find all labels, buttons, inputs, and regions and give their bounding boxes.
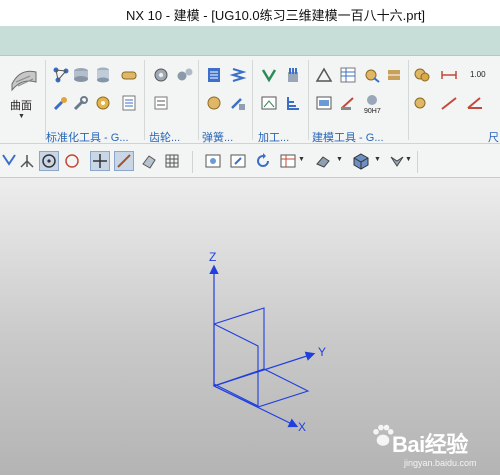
gear-pair-icon[interactable] xyxy=(176,66,194,84)
surface-icon[interactable] xyxy=(10,64,38,92)
group-label-spring: 弹簧... xyxy=(202,132,234,144)
crosshair-icon[interactable] xyxy=(90,151,110,171)
gear-part-icon[interactable] xyxy=(94,94,112,112)
number-field[interactable]: 1.00 xyxy=(470,70,486,79)
quadrant-icon[interactable] xyxy=(63,152,81,170)
triangle-icon[interactable] xyxy=(315,66,333,84)
group-label-standard-tools: 标准化工具 - G... xyxy=(46,132,129,144)
z-axis-label: Z xyxy=(209,250,217,264)
group-label-dimension: 尺 xyxy=(488,132,499,144)
tools-icon[interactable] xyxy=(52,94,70,112)
face-icon[interactable] xyxy=(140,152,158,170)
y-axis-label: Y xyxy=(318,345,327,359)
window-title: NX 10 - 建模 - [UG10.0练习三维建模一百八十六.prt] xyxy=(126,8,426,23)
group-label-gear: 齿轮... xyxy=(149,132,181,144)
yz-plane xyxy=(213,307,265,387)
point-icon[interactable] xyxy=(18,152,36,170)
machining-tree-icon[interactable] xyxy=(284,94,302,112)
xz-plane xyxy=(213,323,259,407)
surface-label: 曲面 xyxy=(10,100,32,112)
stack-icon[interactable] xyxy=(72,66,90,84)
list-icon[interactable] xyxy=(120,94,138,112)
x-axis-label: X xyxy=(298,420,307,434)
angle-icon[interactable] xyxy=(466,94,484,112)
group-label-machining: 加工... xyxy=(258,132,290,144)
shaded-cube-icon[interactable] xyxy=(352,152,370,170)
line-icon[interactable] xyxy=(114,151,134,171)
spring-coil-icon[interactable] xyxy=(205,94,223,112)
watermark-url: jingyan.baidu.com xyxy=(404,458,477,468)
spring-edit-icon[interactable] xyxy=(229,94,247,112)
window-icon[interactable] xyxy=(315,94,333,112)
shaded-dropdown-icon[interactable]: ▼ xyxy=(374,156,381,163)
machining-icon[interactable] xyxy=(260,66,278,84)
wrench-icon[interactable] xyxy=(72,94,90,112)
coins-icon[interactable] xyxy=(413,66,431,84)
network-icon[interactable] xyxy=(52,66,70,84)
spring-icon[interactable] xyxy=(229,66,247,84)
render-dropdown-icon[interactable]: ▼ xyxy=(336,156,343,163)
orient-dropdown-icon[interactable]: ▼ xyxy=(298,156,305,163)
spring-list-icon[interactable] xyxy=(205,66,223,84)
fit-caption: 90H7 xyxy=(364,108,381,115)
gear-settings-icon[interactable] xyxy=(152,94,170,112)
section-view-icon[interactable] xyxy=(388,152,406,170)
group-label-modeling-tools: 建模工具 - G... xyxy=(312,132,384,144)
zoom-view-icon[interactable] xyxy=(229,152,247,170)
measure-icon[interactable] xyxy=(339,94,357,112)
machining-hand-icon[interactable] xyxy=(284,66,302,84)
modeling-tool-icon[interactable] xyxy=(385,66,403,84)
orient-view-icon[interactable] xyxy=(279,152,297,170)
grid-icon[interactable] xyxy=(163,152,181,170)
database-icon[interactable] xyxy=(94,66,112,84)
fit-view-icon[interactable] xyxy=(204,152,222,170)
table-icon[interactable] xyxy=(339,66,357,84)
snap-icon[interactable] xyxy=(0,152,18,170)
rotate-icon[interactable] xyxy=(254,152,272,170)
section-dropdown-icon[interactable]: ▼ xyxy=(405,156,412,163)
circle-center-icon[interactable] xyxy=(39,151,59,171)
watermark-text: Bai经验 xyxy=(392,432,468,457)
render-style-icon[interactable] xyxy=(314,152,332,170)
link-icon[interactable] xyxy=(120,66,138,84)
surface-dropdown-icon[interactable]: ▼ xyxy=(18,113,25,120)
machining-view-icon[interactable] xyxy=(260,94,278,112)
modeling-gear-icon[interactable] xyxy=(363,66,381,84)
title-bar: NX 10 - 建模 - [UG10.0练习三维建模一百八十六.prt] xyxy=(0,0,500,26)
xy-plane xyxy=(212,368,310,408)
coins-2-icon[interactable] xyxy=(413,94,431,112)
dimension-icon[interactable] xyxy=(440,66,458,84)
slope-icon[interactable] xyxy=(440,94,458,112)
ribbon-tab-strip xyxy=(0,26,500,56)
gear-icon[interactable] xyxy=(152,66,170,84)
